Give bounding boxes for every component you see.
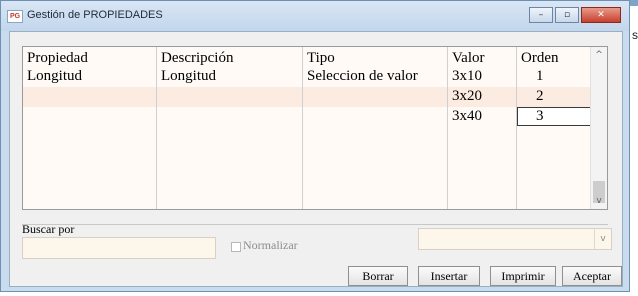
- header-valor[interactable]: Valor: [452, 50, 485, 67]
- properties-grid[interactable]: Propiedad Descripción Tipo Valor Orden L…: [22, 46, 608, 210]
- borrar-button[interactable]: Borrar: [348, 266, 408, 286]
- minimize-button[interactable]: –: [529, 7, 553, 23]
- cell-valor[interactable]: 3x20: [452, 88, 482, 105]
- dialog-body: Propiedad Descripción Tipo Valor Orden L…: [9, 31, 623, 287]
- scroll-up-icon[interactable]: ^: [591, 47, 607, 63]
- vertical-scrollbar[interactable]: ^ v: [590, 47, 607, 209]
- header-orden[interactable]: Orden: [521, 50, 559, 67]
- maximize-button[interactable]: ▫: [555, 7, 579, 23]
- app-icon: PG: [7, 10, 23, 23]
- cell-descripcion[interactable]: Longitud: [161, 68, 216, 85]
- normalize-checkbox[interactable]: [231, 242, 241, 252]
- chevron-down-icon[interactable]: v: [594, 229, 611, 249]
- cell-orden[interactable]: 3: [536, 108, 544, 125]
- cell-orden[interactable]: 2: [536, 88, 544, 105]
- window-controls: – ▫ ✕: [529, 7, 621, 23]
- propiedades-window: PG Gestión de PROPIEDADES – ▫ ✕ Propieda…: [0, 0, 630, 292]
- normalize-label: Normalizar: [243, 238, 298, 252]
- cell-tipo[interactable]: Seleccion de valor: [307, 68, 418, 85]
- header-descripcion[interactable]: Descripción: [161, 50, 233, 67]
- cell-valor[interactable]: 3x10: [452, 68, 482, 85]
- header-tipo[interactable]: Tipo: [307, 50, 335, 67]
- scroll-down-icon[interactable]: v: [591, 193, 607, 209]
- close-button[interactable]: ✕: [581, 7, 621, 23]
- background-glyph: s: [632, 28, 638, 42]
- search-label: Buscar por: [22, 222, 75, 236]
- aceptar-button[interactable]: Aceptar: [562, 266, 622, 286]
- cell-valor[interactable]: 3x40: [452, 108, 482, 125]
- section-divider: [22, 224, 608, 225]
- search-field-combo[interactable]: v: [418, 228, 612, 250]
- imprimir-button[interactable]: Imprimir: [490, 266, 556, 286]
- cell-propiedad[interactable]: Longitud: [27, 68, 82, 85]
- cell-orden[interactable]: 1: [536, 68, 544, 85]
- search-input[interactable]: [22, 237, 216, 259]
- window-title: Gestión de PROPIEDADES: [27, 9, 163, 21]
- header-propiedad[interactable]: Propiedad: [27, 50, 88, 67]
- title-bar[interactable]: PG Gestión de PROPIEDADES – ▫ ✕: [1, 1, 629, 31]
- insertar-button[interactable]: Insertar: [418, 266, 480, 286]
